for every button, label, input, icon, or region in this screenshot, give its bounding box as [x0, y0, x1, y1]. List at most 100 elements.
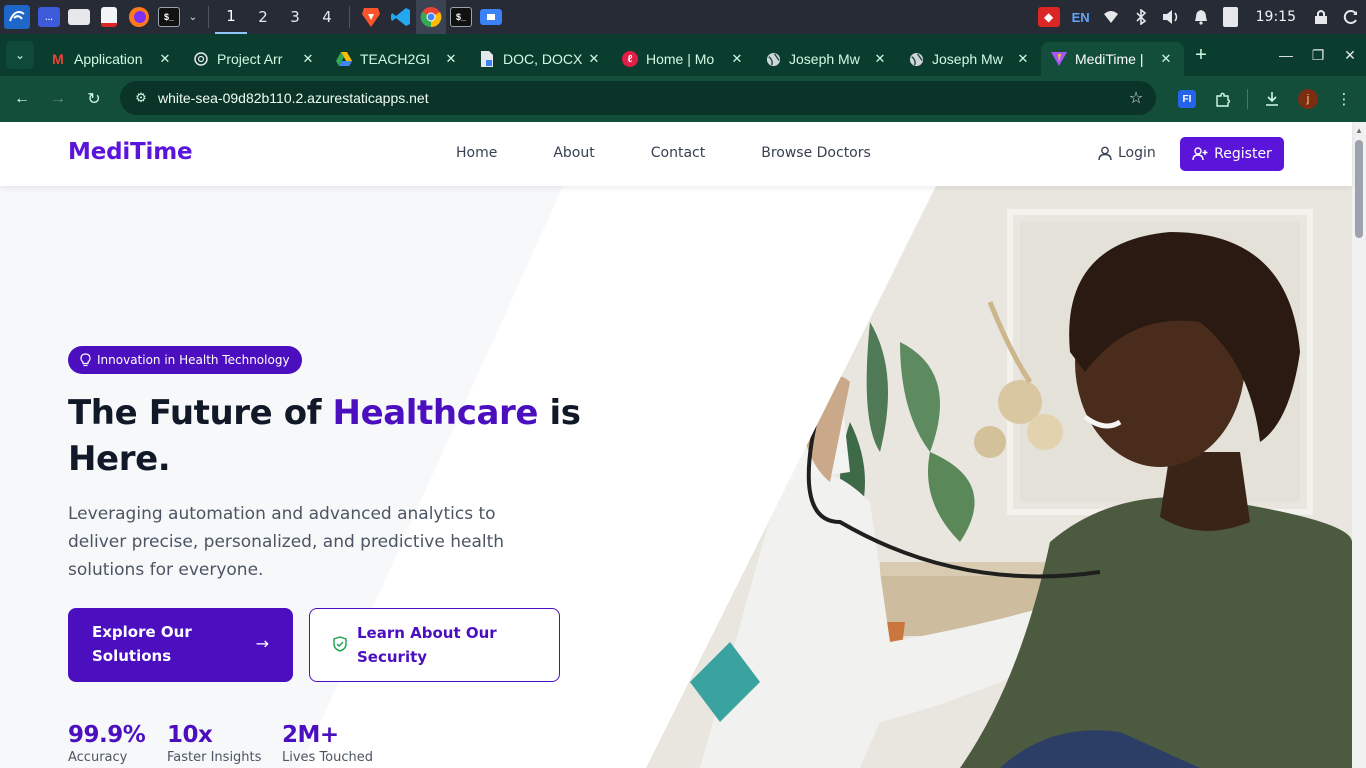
- extension-fl-icon[interactable]: FI: [1171, 83, 1203, 115]
- stat-value: 99.9%: [68, 722, 146, 748]
- document-icon: [479, 51, 495, 67]
- close-icon[interactable]: ✕: [872, 51, 888, 67]
- extensions-puzzle-icon[interactable]: [1207, 83, 1239, 115]
- nav-contact[interactable]: Contact: [651, 145, 705, 161]
- hero-headline: The Future of Healthcare is Here.: [68, 393, 581, 479]
- close-icon[interactable]: ✕: [1158, 51, 1174, 67]
- gmail-icon: M: [52, 51, 64, 67]
- site-icon: ℓ: [622, 51, 638, 67]
- workspace-4[interactable]: 4: [311, 0, 343, 34]
- innovation-badge: Innovation in Health Technology: [68, 346, 302, 374]
- site-header: MediTime Home About Contact Browse Docto…: [0, 122, 1352, 186]
- taskbar-divider: [349, 6, 350, 28]
- download-icon[interactable]: [1256, 83, 1288, 115]
- os-taskbar: … $_ ⌄ 1 2 3 4 $_ ◆ EN 19:15: [0, 0, 1366, 34]
- globe-icon: [908, 51, 924, 67]
- brand-logo[interactable]: MediTime: [68, 139, 193, 165]
- window-controls: — ❐ ✕: [1270, 34, 1366, 76]
- learn-security-label: Learn About Our Security: [357, 624, 497, 666]
- minimize-icon[interactable]: —: [1270, 47, 1302, 63]
- profile-avatar[interactable]: j: [1292, 83, 1324, 115]
- clock[interactable]: 19:15: [1246, 9, 1306, 25]
- browser-tab[interactable]: Joseph Mw ✕: [755, 42, 898, 76]
- lightbulb-icon: [80, 353, 91, 367]
- browser-toolbar: ← → ↻ ⚙ white-sea-09d82b110.2.azurestati…: [0, 76, 1366, 122]
- wifi-icon[interactable]: [1096, 0, 1126, 34]
- files-icon[interactable]: [476, 0, 506, 34]
- lock-icon[interactable]: [1306, 0, 1336, 34]
- workspace-3[interactable]: 3: [279, 0, 311, 34]
- kali-menu-icon[interactable]: [0, 0, 34, 34]
- browser-tab[interactable]: DOC, DOCX ✕: [469, 42, 612, 76]
- browser-tab-active[interactable]: MediTime | ✕: [1041, 42, 1184, 76]
- workspace-2[interactable]: 2: [247, 0, 279, 34]
- desktop-icon[interactable]: …: [34, 0, 64, 34]
- keyboard-language[interactable]: EN: [1066, 0, 1096, 34]
- address-bar[interactable]: ⚙ white-sea-09d82b110.2.azurestaticapps.…: [120, 81, 1156, 115]
- stat-value: 2M+: [282, 722, 339, 748]
- browser-tab[interactable]: TEACH2GI ✕: [326, 42, 469, 76]
- browser-tabstrip: ⌄ M Application ✕ Project Arr ✕ TEACH2GI…: [0, 34, 1366, 76]
- close-icon[interactable]: ✕: [443, 51, 459, 67]
- logout-icon[interactable]: [1336, 0, 1366, 34]
- forward-icon[interactable]: →: [40, 81, 76, 117]
- close-icon[interactable]: ✕: [586, 51, 602, 67]
- nav-home[interactable]: Home: [456, 145, 497, 161]
- explore-solutions-button[interactable]: Explore Our Solutions →: [68, 608, 293, 682]
- headline-accent: Healthcare: [332, 393, 539, 433]
- reload-icon[interactable]: ↻: [76, 81, 112, 117]
- notification-bell-icon[interactable]: [1186, 0, 1216, 34]
- stat-value: 10x: [167, 722, 213, 748]
- text-editor-icon[interactable]: [94, 0, 124, 34]
- maximize-icon[interactable]: ❐: [1302, 47, 1334, 64]
- browser-tab[interactable]: Project Arr ✕: [183, 42, 326, 76]
- chatgpt-icon: [193, 51, 209, 67]
- chrome-icon[interactable]: [416, 0, 446, 34]
- tab-search-chevron-icon[interactable]: ⌄: [6, 41, 34, 69]
- page-viewport: MediTime Home About Contact Browse Docto…: [0, 122, 1366, 768]
- shield-check-icon: [333, 636, 347, 652]
- close-icon[interactable]: ✕: [157, 51, 173, 67]
- register-button[interactable]: Register: [1180, 137, 1284, 171]
- battery-icon[interactable]: [1216, 0, 1246, 34]
- nav-browse-doctors[interactable]: Browse Doctors: [761, 145, 871, 161]
- close-icon[interactable]: ✕: [1015, 51, 1031, 67]
- learn-security-button[interactable]: Learn About Our Security: [309, 608, 560, 682]
- login-button[interactable]: Login: [1098, 145, 1156, 161]
- bluetooth-icon[interactable]: [1126, 0, 1156, 34]
- back-icon[interactable]: ←: [4, 81, 40, 117]
- login-label: Login: [1118, 145, 1156, 161]
- firefox-icon[interactable]: [124, 0, 154, 34]
- vscode-icon[interactable]: [386, 0, 416, 34]
- browser-tab[interactable]: M Application ✕: [40, 42, 183, 76]
- tab-title: Project Arr: [217, 51, 283, 67]
- kebab-menu-icon[interactable]: ⋮: [1328, 83, 1360, 115]
- close-icon[interactable]: ✕: [300, 51, 316, 67]
- file-manager-icon[interactable]: [64, 0, 94, 34]
- stat-faster-insights: 10x Faster Insights: [167, 722, 261, 765]
- chevron-down-icon[interactable]: ⌄: [184, 0, 202, 34]
- app-indicator-icon[interactable]: ◆: [1032, 0, 1066, 34]
- hero-description: Leveraging automation and advanced analy…: [68, 504, 505, 580]
- nav-about[interactable]: About: [553, 145, 594, 161]
- scroll-up-icon[interactable]: ▲: [1355, 126, 1363, 135]
- url-text[interactable]: white-sea-09d82b110.2.azurestaticapps.ne…: [156, 90, 1116, 106]
- site-info-icon[interactable]: ⚙: [126, 90, 156, 106]
- terminal-icon[interactable]: $_: [154, 0, 184, 34]
- bookmark-star-icon[interactable]: ☆: [1116, 88, 1156, 108]
- terminal-icon[interactable]: $_: [446, 0, 476, 34]
- browser-tab[interactable]: Joseph Mw ✕: [898, 42, 1041, 76]
- stat-accuracy: 99.9% Accuracy: [68, 722, 146, 765]
- volume-icon[interactable]: [1156, 0, 1186, 34]
- browser-tab[interactable]: ℓ Home | Mo ✕: [612, 42, 755, 76]
- stat-label: Lives Touched: [282, 750, 374, 765]
- close-icon[interactable]: ✕: [729, 51, 745, 67]
- page-scrollbar[interactable]: ▲: [1352, 122, 1366, 768]
- toolbar-divider: [1247, 89, 1248, 109]
- workspace-1[interactable]: 1: [215, 0, 247, 34]
- new-tab-icon[interactable]: +: [1184, 38, 1218, 72]
- tab-title: Home | Mo: [646, 51, 715, 67]
- close-window-icon[interactable]: ✕: [1334, 47, 1366, 64]
- scrollbar-thumb[interactable]: [1355, 140, 1363, 238]
- brave-icon[interactable]: [356, 0, 386, 34]
